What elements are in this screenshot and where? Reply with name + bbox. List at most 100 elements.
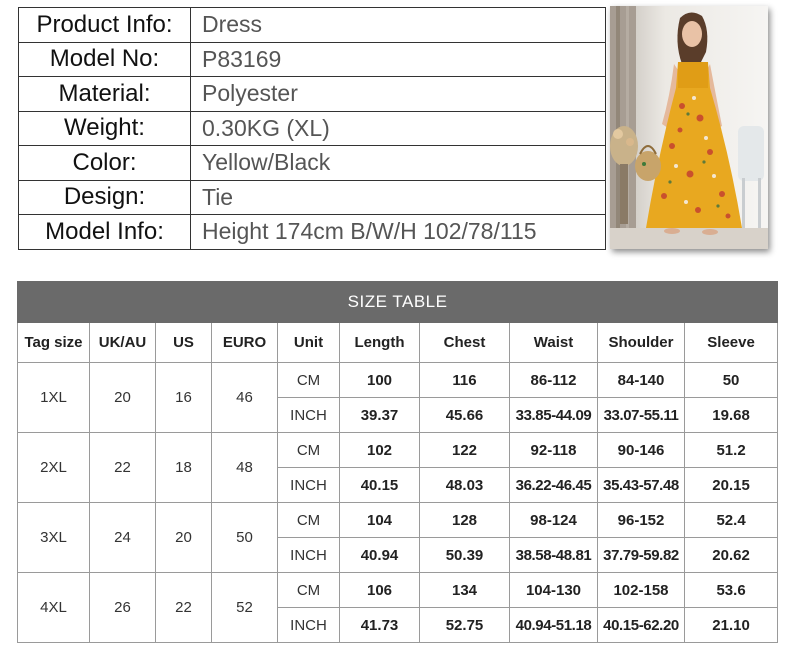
info-value: P83169 <box>190 41 606 77</box>
waist-cell: 38.58-48.81 <box>509 537 598 573</box>
info-row: Design: Tie <box>18 179 606 215</box>
shoulder-cell: 40.15-62.20 <box>597 607 685 643</box>
waist-cell: 33.85-44.09 <box>509 397 598 433</box>
info-row: Model No: P83169 <box>18 41 606 77</box>
chest-cell: 122 <box>419 432 510 468</box>
unit-cell: CM <box>277 502 340 538</box>
info-label: Model No: <box>18 41 191 77</box>
product-info-table: Product Info: Dress Model No: P83169 Materia… <box>18 7 606 250</box>
column-header: Shoulder <box>597 322 685 363</box>
sleeve-cell: 52.4 <box>683 502 779 538</box>
info-label: Design: <box>18 179 191 215</box>
column-header: Unit <box>277 322 340 363</box>
column-header: Waist <box>509 322 598 363</box>
shoulder-cell: 90-146 <box>597 432 685 468</box>
unit-cell: CM <box>277 362 340 398</box>
info-label: Model Info: <box>18 214 191 250</box>
info-label: Color: <box>18 145 191 181</box>
info-value: Dress <box>190 7 606 43</box>
waist-cell: 98-124 <box>509 502 598 538</box>
uk-size-cell: 20 <box>89 362 156 433</box>
length-cell: 39.37 <box>339 397 420 433</box>
unit-cell: INCH <box>277 607 340 643</box>
shoulder-cell: 35.43-57.48 <box>597 467 685 503</box>
table-row: 1XL 20 16 46 CM 100 116 86-112 84-140 50 <box>17 362 779 433</box>
sleeve-cell: 51.2 <box>683 432 779 468</box>
tag-size-cell: 1XL <box>17 362 90 433</box>
column-header: Sleeve <box>683 322 779 363</box>
info-value: Tie <box>190 179 606 215</box>
length-cell: 102 <box>339 432 420 468</box>
table-row: 2XL 22 18 48 CM 102 122 92-118 90-146 51.2 <box>17 432 779 503</box>
length-cell: 106 <box>339 572 420 608</box>
shoulder-cell: 84-140 <box>597 362 685 398</box>
size-table: SIZE TABLE Tag size UK/AU US EURO Unit Length… <box>16 281 779 643</box>
uk-size-cell: 22 <box>89 432 156 503</box>
model-illustration <box>610 6 768 249</box>
sleeve-cell: 20.15 <box>683 467 779 503</box>
sleeve-cell: 19.68 <box>683 397 779 433</box>
waist-cell: 36.22-46.45 <box>509 467 598 503</box>
unit-cell: INCH <box>277 537 340 573</box>
shoulder-cell: 37.79-59.82 <box>597 537 685 573</box>
waist-cell: 86-112 <box>509 362 598 398</box>
length-cell: 40.15 <box>339 467 420 503</box>
column-header: EURO <box>211 322 278 363</box>
chest-cell: 116 <box>419 362 510 398</box>
tag-size-cell: 2XL <box>17 432 90 503</box>
uk-size-cell: 24 <box>89 502 156 573</box>
info-value: Yellow/Black <box>190 145 606 181</box>
sleeve-cell: 53.6 <box>683 572 779 608</box>
shoulder-cell: 96-152 <box>597 502 685 538</box>
tag-size-cell: 4XL <box>17 572 90 643</box>
column-header: UK/AU <box>89 322 156 363</box>
length-cell: 40.94 <box>339 537 420 573</box>
length-cell: 100 <box>339 362 420 398</box>
unit-cell: INCH <box>277 397 340 433</box>
chest-cell: 50.39 <box>419 537 510 573</box>
chest-cell: 128 <box>419 502 510 538</box>
table-row: 3XL 24 20 50 CM 104 128 98-124 96-152 52.4 <box>17 502 779 573</box>
waist-cell: 92-118 <box>509 432 598 468</box>
info-label: Material: <box>18 76 191 112</box>
euro-size-cell: 46 <box>211 362 278 433</box>
tag-size-cell: 3XL <box>17 502 90 573</box>
sleeve-cell: 20.62 <box>683 537 779 573</box>
waist-cell: 40.94-51.18 <box>509 607 598 643</box>
model-photo <box>610 6 768 249</box>
chest-cell: 52.75 <box>419 607 510 643</box>
unit-cell: CM <box>277 572 340 608</box>
column-header: Tag size <box>17 322 90 363</box>
us-size-cell: 18 <box>155 432 212 503</box>
info-row: Weight: 0.30KG (XL) <box>18 110 606 146</box>
chest-cell: 48.03 <box>419 467 510 503</box>
euro-size-cell: 50 <box>211 502 278 573</box>
unit-cell: INCH <box>277 467 340 503</box>
info-value: Height 174cm B/W/H 102/78/115 <box>190 214 606 250</box>
info-value: Polyester <box>190 76 606 112</box>
euro-size-cell: 48 <box>211 432 278 503</box>
info-row: Product Info: Dress <box>18 7 606 43</box>
info-value: 0.30KG (XL) <box>190 110 606 146</box>
info-label: Weight: <box>18 110 191 146</box>
shoulder-cell: 102-158 <box>597 572 685 608</box>
size-table-header-row: Tag size UK/AU US EURO Unit Length Chest Waist S… <box>17 322 779 363</box>
uk-size-cell: 26 <box>89 572 156 643</box>
column-header: Length <box>339 322 420 363</box>
sleeve-cell: 21.10 <box>683 607 779 643</box>
us-size-cell: 16 <box>155 362 212 433</box>
length-cell: 41.73 <box>339 607 420 643</box>
us-size-cell: 22 <box>155 572 212 643</box>
table-row: 4XL 26 22 52 CM 106 134 104-130 102-158 53.6 <box>17 572 779 643</box>
info-row: Color: Yellow/Black <box>18 145 606 181</box>
chest-cell: 45.66 <box>419 397 510 433</box>
info-row: Model Info: Height 174cm B/W/H 102/78/115 <box>18 214 606 250</box>
column-header: Chest <box>419 322 510 363</box>
info-row: Material: Polyester <box>18 76 606 112</box>
shoulder-cell: 33.07-55.11 <box>597 397 685 433</box>
euro-size-cell: 52 <box>211 572 278 643</box>
chest-cell: 134 <box>419 572 510 608</box>
unit-cell: CM <box>277 432 340 468</box>
waist-cell: 104-130 <box>509 572 598 608</box>
length-cell: 104 <box>339 502 420 538</box>
